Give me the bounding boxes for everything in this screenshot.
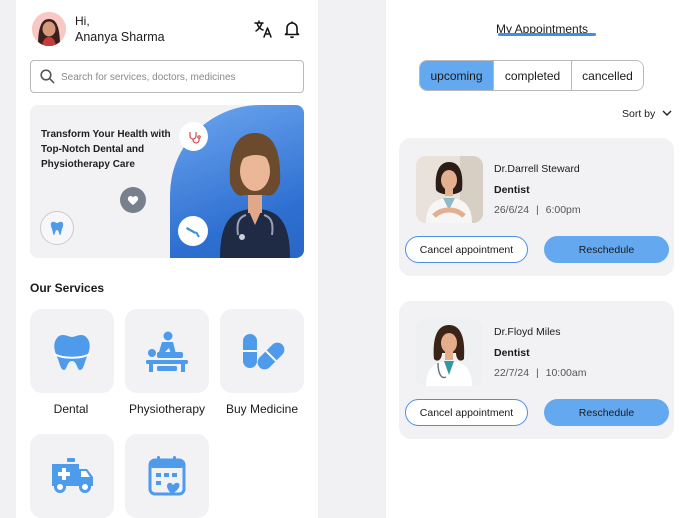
home-screen: Hi, Ananya Sharma Transform Your Health … — [16, 0, 318, 518]
appointment-status-tabs: upcoming completed cancelled — [419, 60, 644, 91]
tooth-chip-icon — [40, 211, 74, 245]
service-tile-dental[interactable] — [30, 309, 114, 393]
appointment-date: 26/6/24 — [494, 204, 530, 216]
chevron-down-icon[interactable] — [662, 110, 672, 117]
cancel-appointment-button[interactable]: Cancel appointment — [405, 236, 528, 263]
search-icon — [40, 69, 55, 84]
search-bar[interactable] — [30, 60, 304, 93]
title-underline — [498, 33, 596, 36]
tab-cancelled[interactable]: cancelled — [572, 61, 643, 90]
appointment-time: 6:00pm — [545, 204, 581, 216]
appointment-time: 10:00am — [545, 367, 587, 379]
doctor-specialty: Dentist — [494, 347, 530, 359]
appointment-card: Dr.Darrell Steward Dentist 26/6/24 | 6:0… — [399, 138, 674, 276]
doctor-name: Dr.Floyd Miles — [494, 326, 561, 338]
doctor-illustration — [220, 133, 290, 258]
physiotherapy-icon — [146, 331, 188, 372]
service-label-buy-medicine: Buy Medicine — [225, 402, 299, 416]
calendar-icon — [148, 456, 186, 496]
notification-bell-icon[interactable] — [282, 19, 302, 39]
tab-completed[interactable]: completed — [494, 61, 572, 90]
stethoscope-chip-icon — [179, 122, 208, 151]
appointment-datetime: 22/7/24 | 10:00am — [494, 367, 587, 379]
appointment-datetime: 26/6/24 | 6:00pm — [494, 204, 581, 216]
promo-banner[interactable]: Transform Your Health with Top-Notch Den… — [30, 105, 304, 258]
reschedule-button[interactable]: Reschedule — [544, 236, 669, 263]
doctor-photo — [416, 319, 483, 386]
pill-icon — [243, 334, 285, 370]
service-label-dental: Dental — [53, 402, 89, 416]
doctor-name: Dr.Darrell Steward — [494, 163, 580, 175]
service-tile-ambulance[interactable] — [30, 434, 114, 518]
service-tile-appointment-booking[interactable] — [125, 434, 209, 518]
appointment-date: 22/7/24 — [494, 367, 530, 379]
doctor-specialty: Dentist — [494, 184, 530, 196]
service-tile-physiotherapy[interactable] — [125, 309, 209, 393]
tab-upcoming[interactable]: upcoming — [420, 61, 494, 90]
service-tile-buy-medicine[interactable] — [220, 309, 304, 393]
services-section-title: Our Services — [30, 281, 105, 295]
user-name: Ananya Sharma — [75, 30, 165, 44]
reschedule-button[interactable]: Reschedule — [544, 399, 669, 426]
service-label-physiotherapy: Physiotherapy — [128, 402, 206, 416]
user-avatar[interactable] — [32, 12, 66, 46]
tooth-brush-chip-icon — [178, 216, 208, 246]
appointments-screen: My Appointments upcoming completed cance… — [386, 0, 689, 518]
translate-icon[interactable] — [253, 19, 273, 39]
ambulance-icon — [52, 458, 93, 493]
sort-by-label[interactable]: Sort by — [622, 108, 655, 120]
cancel-appointment-button[interactable]: Cancel appointment — [405, 399, 528, 426]
banner-text: Transform Your Health with Top-Notch Den… — [41, 129, 171, 170]
search-input[interactable] — [61, 67, 297, 87]
greeting-text: Hi, — [75, 14, 90, 28]
appointment-card: Dr.Floyd Miles Dentist 22/7/24 | 10:00am… — [399, 301, 674, 439]
heart-chip-icon — [120, 187, 146, 213]
doctor-photo — [416, 156, 483, 223]
tooth-icon — [53, 335, 91, 370]
